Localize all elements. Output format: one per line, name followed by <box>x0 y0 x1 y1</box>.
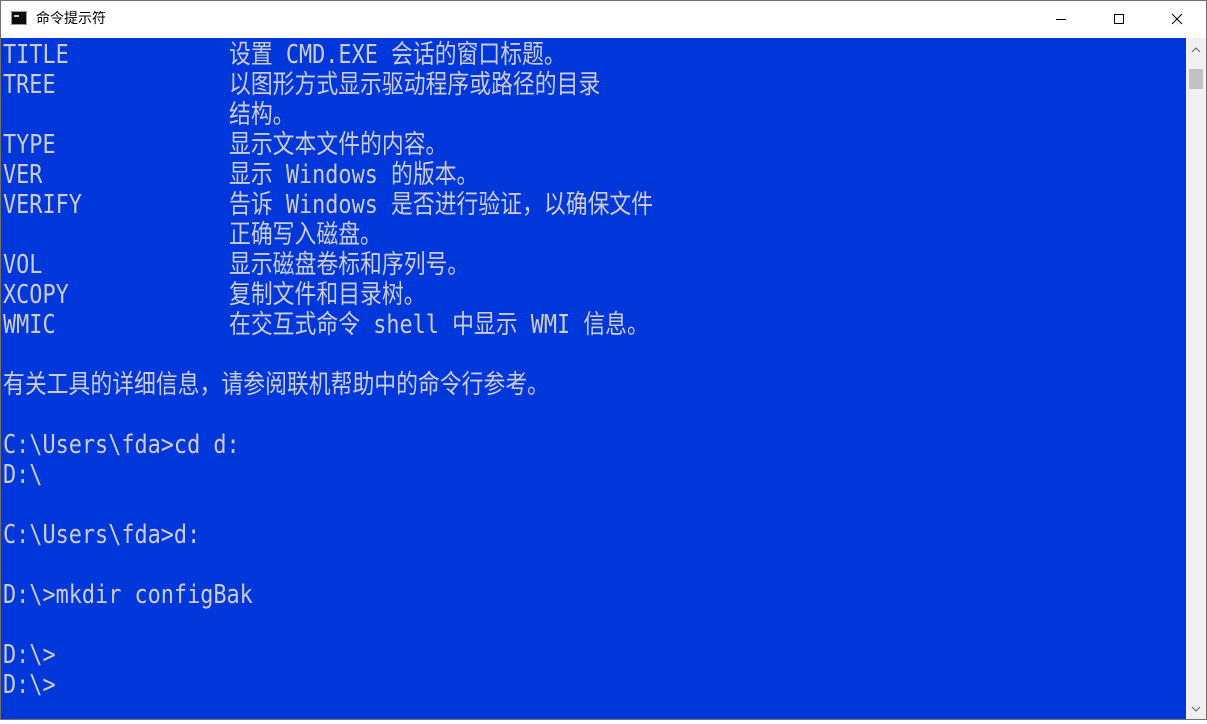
help-command-name: TITLE <box>3 40 69 70</box>
help-command-name: VOL <box>3 250 43 280</box>
console-output-area[interactable]: TITLE 设置 CMD.EXE 会话的窗口标题。 TREE 以图形方式显示驱动… <box>1 38 1186 719</box>
close-icon <box>1171 13 1183 25</box>
close-button[interactable] <box>1148 1 1206 38</box>
minimize-button[interactable] <box>1032 1 1090 38</box>
help-command-description: 设置 CMD.EXE 会话的窗口标题。 <box>229 40 566 70</box>
help-command-description: 结构。 <box>229 100 295 130</box>
maximize-button[interactable] <box>1090 1 1148 38</box>
console-line: D:\>mkdir configBak <box>3 580 253 610</box>
console-line: D:\ <box>3 460 43 490</box>
help-command-description: 告诉 Windows 是否进行验证，以确保文件 <box>229 190 654 220</box>
window-title: 命令提示符 <box>36 11 106 27</box>
title-bar[interactable]: 命令提示符 <box>1 1 1206 38</box>
console-line: C:\Users\fda>cd d: <box>3 430 240 460</box>
help-command-description: 正确写入磁盘。 <box>229 220 382 250</box>
help-command-description: 显示磁盘卷标和序列号。 <box>229 250 470 280</box>
console-line: D:\> <box>3 640 56 670</box>
help-command-description: 显示 Windows 的版本。 <box>229 160 479 190</box>
help-command-description: 以图形方式显示驱动程序或路径的目录 <box>229 70 601 100</box>
vertical-scrollbar[interactable] <box>1186 38 1206 719</box>
console-line: C:\Users\fda>d: <box>3 520 201 550</box>
help-command-description: 复制文件和目录树。 <box>229 280 426 310</box>
help-command-description: 在交互式命令 shell 中显示 WMI 信息。 <box>229 310 649 340</box>
help-command-name: VERIFY <box>3 190 82 220</box>
scroll-up-button[interactable] <box>1186 40 1206 60</box>
chevron-up-icon <box>1191 47 1201 53</box>
scrollbar-thumb[interactable] <box>1189 69 1203 89</box>
help-command-description: 显示文本文件的内容。 <box>229 130 448 160</box>
command-prompt-window: 命令提示符 TITLE 设置 CMD.EXE 会话的窗口标题。 TREE 以图形… <box>0 0 1207 720</box>
scroll-down-button[interactable] <box>1186 699 1206 719</box>
help-command-name: XCOPY <box>3 280 69 310</box>
cmd-console-icon[interactable] <box>11 11 27 25</box>
minimize-icon <box>1056 19 1066 20</box>
help-command-name: VER <box>3 160 43 190</box>
maximize-icon <box>1114 14 1124 24</box>
help-command-name: WMIC <box>3 310 56 340</box>
help-command-name: TYPE <box>3 130 56 160</box>
console-prompt-line: D:\> <box>3 670 56 700</box>
console-line: 有关工具的详细信息，请参阅联机帮助中的命令行参考。 <box>3 370 550 400</box>
chevron-down-icon <box>1191 706 1201 712</box>
help-command-name: TREE <box>3 70 56 100</box>
